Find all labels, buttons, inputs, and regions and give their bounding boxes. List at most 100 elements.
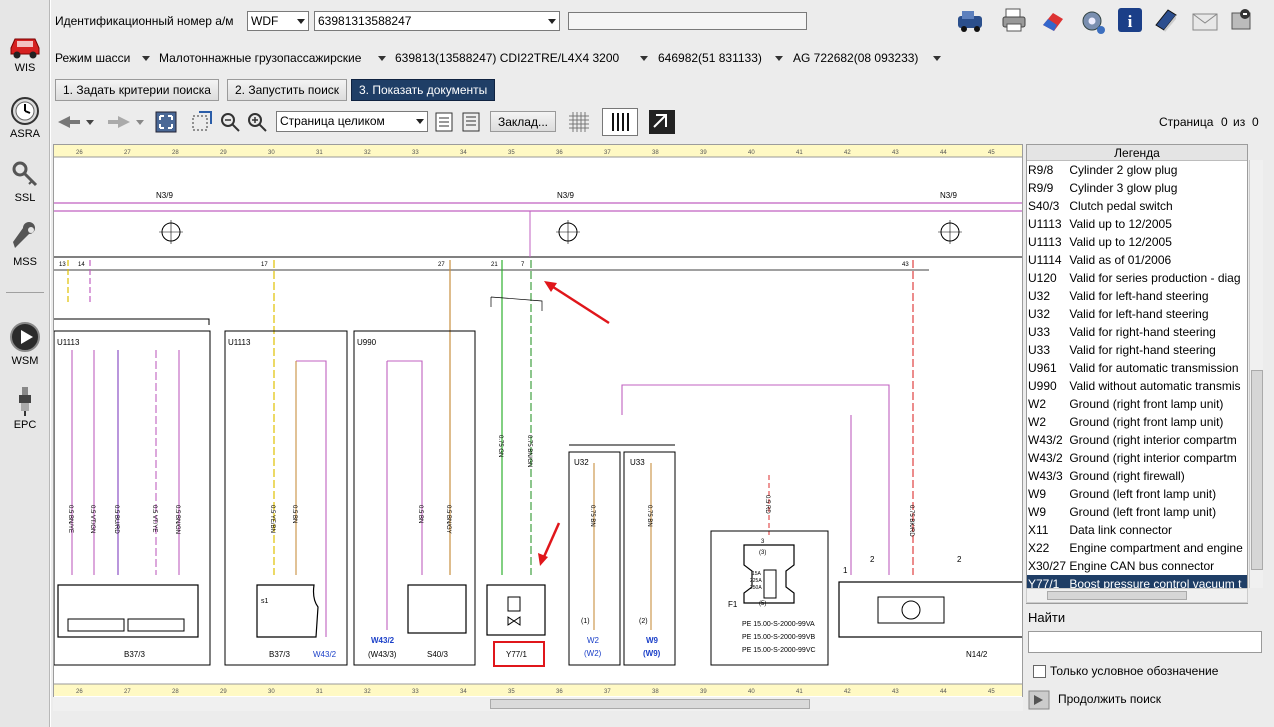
zoom-select[interactable]: Страница целиком [276, 111, 428, 132]
breadcrumb-item-engine[interactable]: 646982(51 831133) [658, 51, 762, 65]
chevron-down-icon[interactable] [142, 56, 150, 61]
legend-row[interactable]: U33 Valid for right-hand steering [1027, 341, 1247, 359]
continue-search-button[interactable]: Продолжить поиск [1028, 689, 1168, 711]
breadcrumb-item-transmission[interactable]: AG 722682(08 093233) [793, 51, 918, 65]
legend-list[interactable]: R9/8 Cylinder 2 glow plug R9/9 Cylinder 3… [1027, 161, 1247, 593]
chevron-down-icon[interactable] [775, 56, 783, 61]
legend-row[interactable]: X11 Data link connector [1027, 521, 1247, 539]
legend-vertical-scrollbar[interactable] [1249, 160, 1263, 588]
symbol-only-label: Только условное обозначение [1050, 664, 1219, 678]
back-arrow-icon[interactable] [56, 113, 96, 131]
fullscreen-icon[interactable] [648, 109, 676, 135]
legend-row[interactable]: U961 Valid for automatic transmission [1027, 359, 1247, 377]
legend-row[interactable]: U990 Valid without automatic transmis [1027, 377, 1247, 395]
legend-row[interactable]: U33 Valid for right-hand steering [1027, 323, 1247, 341]
fuse-rating: 250A [750, 585, 762, 591]
legend-row[interactable]: W2 Ground (right front lamp unit) [1027, 395, 1247, 413]
info-icon[interactable]: i [1117, 7, 1143, 33]
vehicle-icon[interactable] [956, 8, 986, 34]
legend-row[interactable]: X22 Engine compartment and engine [1027, 539, 1247, 557]
settings-gear-icon[interactable] [1080, 8, 1106, 34]
wiring-diagram[interactable]: 26 27 28 29 30 31 32 33 34 35 36 37 38 39 40 41 42 43 44 45… [53, 144, 1023, 700]
legend-row[interactable]: U32 Valid for left-hand steering [1027, 305, 1247, 323]
grid-icon[interactable] [567, 110, 591, 134]
legend-row[interactable]: U1113 Valid up to 12/2005 [1027, 215, 1247, 233]
legend-row[interactable]: S40/3 Clutch pedal switch [1027, 197, 1247, 215]
legend-row[interactable]: W9 Ground (left front lamp unit) [1027, 485, 1247, 503]
find-label: Найти [1028, 610, 1066, 625]
legend-code: U120 [1028, 271, 1057, 285]
ruler-label: 45 [988, 689, 995, 695]
switch-label: s1 [261, 598, 269, 605]
box-label: U32 [574, 458, 589, 467]
legend-row[interactable]: R9/9 Cylinder 3 glow plug [1027, 179, 1247, 197]
scrollbar-thumb[interactable] [1251, 370, 1263, 570]
vin-label: Идентификационный номер а/м [55, 14, 234, 28]
ruler-label: 40 [748, 150, 755, 156]
ruler-label: 37 [604, 689, 611, 695]
print-icon[interactable] [1001, 7, 1027, 33]
exit-icon[interactable] [1229, 7, 1255, 33]
document-icon[interactable] [433, 111, 455, 133]
legend-description: Valid as of 01/2006 [1066, 253, 1172, 267]
legend-code: X11 [1028, 523, 1049, 537]
legend-description: Valid for left-hand steering [1066, 307, 1209, 321]
diagram-horizontal-scrollbar[interactable] [53, 697, 1023, 711]
legend-code: U32 [1028, 289, 1051, 303]
legend-code: U32 [1028, 307, 1051, 321]
help-book-icon[interactable] [1153, 7, 1179, 33]
step-show-documents-button[interactable]: 3. Показать документы [351, 79, 496, 101]
step-run-search-button[interactable]: 2. Запустить поиск [227, 79, 348, 101]
legend-row[interactable]: W2 Ground (right front lamp unit) [1027, 413, 1247, 431]
breadcrumb-item-class[interactable]: Малотоннажные грузопассажирские [159, 51, 361, 65]
vin-type-select[interactable]: WDF [247, 11, 309, 31]
nav-asra[interactable]: ASRA [0, 96, 50, 140]
forward-arrow-icon[interactable] [106, 113, 146, 131]
scrollbar-thumb[interactable] [490, 699, 810, 709]
chevron-down-icon[interactable] [933, 56, 941, 61]
find-input[interactable] [1028, 631, 1262, 653]
wire-label: 0.5 YE/BN [269, 505, 275, 533]
legend-row[interactable]: W43/2 Ground (right interior compartm [1027, 431, 1247, 449]
breadcrumb-item-model[interactable]: 639813(13588247) CDI22TRE/L4X4 3200 [395, 51, 619, 65]
legend-row[interactable]: U32 Valid for left-hand steering [1027, 287, 1247, 305]
legend-horizontal-scrollbar[interactable] [1026, 588, 1248, 603]
legend-row[interactable]: U1113 Valid up to 12/2005 [1027, 233, 1247, 251]
mail-icon[interactable] [1192, 9, 1218, 35]
legend-row[interactable]: W43/2 Ground (right interior compartm [1027, 449, 1247, 467]
scrollbar-thumb[interactable] [1047, 591, 1187, 600]
ruler-top [54, 145, 1022, 157]
zoom-in-icon[interactable] [247, 111, 269, 133]
chevron-down-icon[interactable] [640, 56, 648, 61]
ruler-label: 40 [748, 689, 755, 695]
vin-number-input[interactable]: 63981313588247 [314, 11, 560, 31]
component-label: W43/2 [371, 636, 395, 645]
bookmark-button[interactable]: Заклад... [490, 111, 556, 132]
nav-epc[interactable]: EPC [0, 385, 50, 431]
nav-wsm[interactable]: WSM [0, 321, 50, 367]
legend-row[interactable]: U120 Valid for series production - diag [1027, 269, 1247, 287]
document-list-icon[interactable] [460, 111, 482, 133]
nav-mss[interactable]: MSS [0, 222, 50, 268]
fit-page-icon[interactable] [155, 111, 177, 133]
legend-row[interactable]: X30/27 Engine CAN bus connector [1027, 557, 1247, 575]
chevron-down-icon[interactable] [378, 56, 386, 61]
can-symbol [556, 220, 580, 244]
nav-ssl[interactable]: SSL [0, 160, 50, 204]
zoom-area-icon[interactable] [191, 110, 213, 132]
breadcrumb-item-mode[interactable]: Режим шасси [55, 51, 130, 65]
nav-wis[interactable]: WIS [0, 30, 50, 74]
eraser-icon[interactable] [1040, 8, 1066, 34]
ruler-label: 28 [172, 689, 179, 695]
legend-row[interactable]: R9/8 Cylinder 2 glow plug [1027, 161, 1247, 179]
step-search-criteria-button[interactable]: 1. Задать критерии поиска [55, 79, 219, 101]
legend-row[interactable]: U1114 Valid as of 01/2006 [1027, 251, 1247, 269]
columns-view-toggle[interactable] [602, 108, 638, 136]
ruler-label: 45 [988, 150, 995, 156]
annotation-arrow [544, 281, 610, 325]
zoom-out-icon[interactable] [220, 111, 242, 133]
legend-row[interactable]: W9 Ground (left front lamp unit) [1027, 503, 1247, 521]
legend-row[interactable]: W43/3 Ground (right firewall) [1027, 467, 1247, 485]
symbol-only-checkbox[interactable] [1033, 665, 1046, 678]
ruler-label: 35 [508, 150, 515, 156]
